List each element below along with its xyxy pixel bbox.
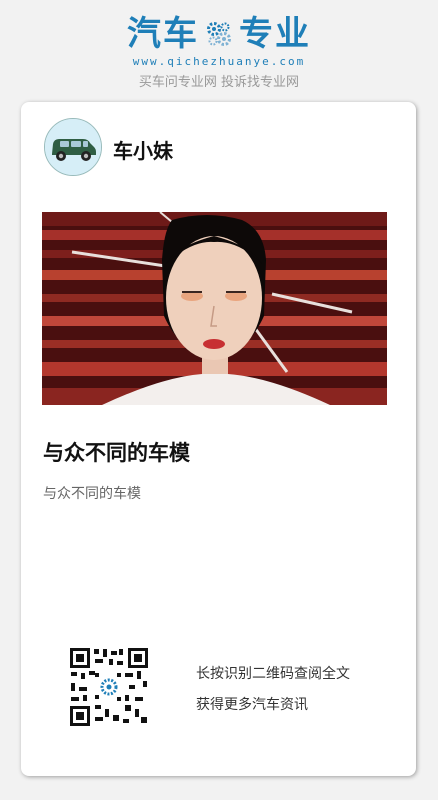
author-name[interactable]: 车小妹 <box>113 135 173 164</box>
qr-code-icon[interactable] <box>69 647 149 727</box>
article-title: 与众不同的车模 <box>43 441 190 465</box>
car-icon <box>45 119 101 175</box>
avatar <box>44 118 102 176</box>
qr-subtext: 获得更多汽车资讯 <box>196 697 308 713</box>
logo-text-left: 汽车 <box>127 14 199 54</box>
logo-text-right: 专业 <box>239 14 311 54</box>
gear-icon <box>207 22 231 46</box>
hero-image[interactable] <box>42 212 387 405</box>
site-logo: 汽车 专业 www.qichezhuanye.com 买车问专业网 投诉找专业网 <box>0 14 438 90</box>
site-domain: www.qichezhuanye.com <box>132 55 306 68</box>
article-summary: 与众不同的车模 <box>43 486 141 502</box>
article-card: 车小妹 与众不同的车模 与众不同的车模 长按识别二维码查阅全文 获得更多汽车资讯 <box>21 102 416 776</box>
qr-hint-text: 长按识别二维码查阅全文 <box>196 666 350 682</box>
site-slogan: 买车问专业网 投诉找专业网 <box>138 75 300 90</box>
